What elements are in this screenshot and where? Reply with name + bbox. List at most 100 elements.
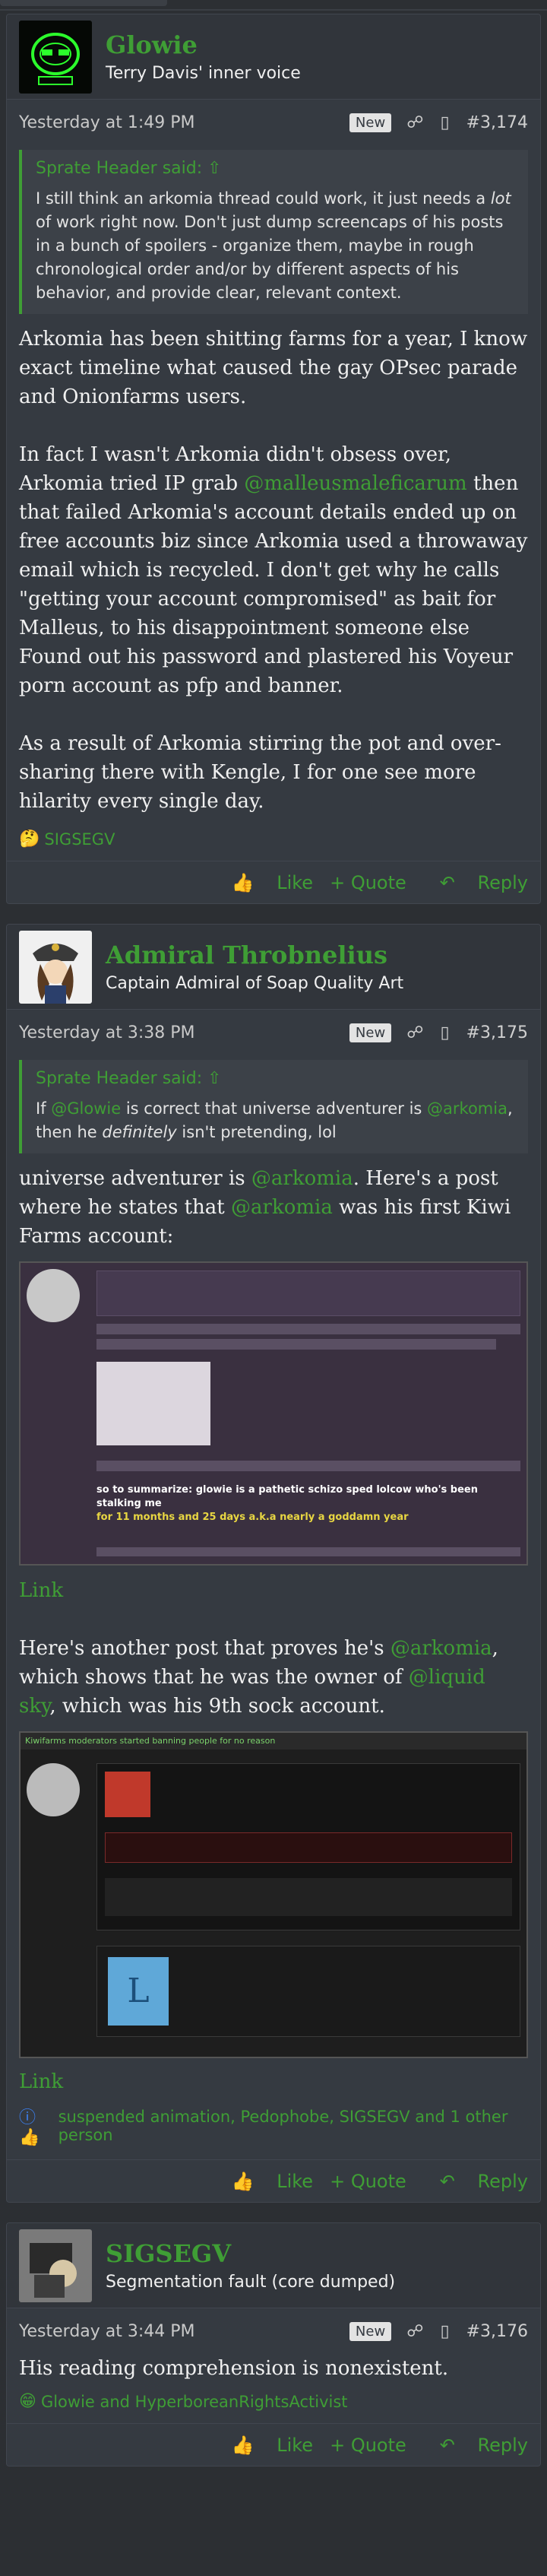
reactions-bar[interactable]: 🤔 SIGSEGV bbox=[7, 830, 540, 849]
user-title: Captain Admiral of Soap Quality Art bbox=[106, 974, 404, 993]
username[interactable]: Glowie bbox=[106, 30, 301, 59]
post-separator bbox=[0, 2203, 547, 2222]
post-time[interactable]: Yesterday at 3:38 PM bbox=[19, 1023, 195, 1042]
post-body-cont: Link Here's another post that proves he'… bbox=[7, 1569, 540, 1721]
paragraph: Here's another post that proves he's @ar… bbox=[19, 1634, 528, 1721]
bookmark-icon[interactable]: ▯ bbox=[440, 113, 449, 132]
embedded-quote bbox=[96, 1271, 520, 1316]
post-body: Arkomia has been shitting farms for a ye… bbox=[7, 314, 540, 816]
previous-post-edge bbox=[0, 0, 547, 11]
quote-button[interactable]: + Quote bbox=[330, 2171, 406, 2192]
post-actions: 👍 Like + Quote ↶ Reply bbox=[7, 861, 540, 903]
embedded-summary-line: for 11 months and 25 days a.k.a nearly a… bbox=[96, 1512, 409, 1523]
thinking-face-icon: 🤔 bbox=[19, 830, 40, 849]
embedded-image bbox=[96, 1362, 210, 1445]
jump-up-icon[interactable]: ⇧ bbox=[207, 1069, 221, 1088]
post-number[interactable]: #3,175 bbox=[466, 1023, 528, 1042]
text: If bbox=[36, 1099, 52, 1118]
screenshot-image[interactable]: so to summarize: glowie is a pathetic sc… bbox=[19, 1261, 528, 1566]
user-title: Terry Davis' inner voice bbox=[106, 64, 301, 83]
sigsegv-avatar-icon bbox=[19, 2229, 92, 2302]
reply-label: Reply bbox=[477, 871, 528, 893]
quote-header[interactable]: Sprate Header said: ⇧ bbox=[36, 159, 514, 178]
post-3175: Admiral Throbnelius Captain Admiral of S… bbox=[6, 924, 541, 2203]
post-separator bbox=[0, 904, 547, 924]
reply-button[interactable]: ↶ Reply bbox=[423, 2171, 528, 2192]
paragraph: As a result of Arkomia stirring the pot … bbox=[19, 732, 501, 813]
post-3174: Glowie Terry Davis' inner voice Yesterda… bbox=[6, 14, 541, 904]
reply-label: Reply bbox=[477, 2434, 528, 2456]
embedded-summary-line: so to summarize: glowie is a pathetic sc… bbox=[96, 1484, 479, 1509]
new-badge: New bbox=[349, 2321, 392, 2341]
post-body: universe adventurer is @arkomia. Here's … bbox=[7, 1153, 540, 1251]
embedded-text bbox=[96, 1461, 520, 1471]
embedded-text bbox=[96, 1324, 520, 1334]
paragraph: His reading comprehension is nonexistent… bbox=[19, 2357, 449, 2380]
quote-button[interactable]: + Quote bbox=[330, 872, 406, 893]
post-meta: Yesterday at 3:38 PM New ☍ ▯ #3,175 bbox=[7, 1010, 540, 1055]
screenshot-image[interactable]: Kiwifarms moderators started banning peo… bbox=[19, 1731, 528, 2058]
like-label: Like bbox=[277, 2170, 314, 2192]
post-time[interactable]: Yesterday at 1:49 PM bbox=[19, 113, 195, 132]
reaction-users[interactable]: Glowie and HyperboreanRightsActivist bbox=[41, 2393, 348, 2411]
reactions-bar[interactable]: 😁 Glowie and HyperboreanRightsActivist bbox=[7, 2392, 540, 2411]
user-mention[interactable]: @malleusmaleficarum bbox=[244, 472, 466, 495]
quote-block: Sprate Header said: ⇧ I still think an a… bbox=[19, 150, 528, 314]
quote-header[interactable]: Sprate Header said: ⇧ bbox=[36, 1069, 514, 1088]
like-button[interactable]: 👍 Like bbox=[215, 2171, 313, 2192]
reaction-users[interactable]: SIGSEGV bbox=[44, 830, 115, 849]
reply-button[interactable]: ↶ Reply bbox=[423, 872, 528, 893]
reply-arrow-icon: ↶ bbox=[439, 871, 455, 893]
reply-arrow-icon: ↶ bbox=[439, 2434, 455, 2456]
quote-text: I still think an arkomia thread could wo… bbox=[36, 187, 514, 305]
text: , which was his 9th sock account. bbox=[49, 1695, 385, 1718]
avatar[interactable] bbox=[19, 2229, 92, 2302]
paragraph: universe adventurer is @arkomia. Here's … bbox=[19, 1164, 528, 1251]
like-button[interactable]: 👍 Like bbox=[215, 872, 313, 893]
post-number[interactable]: #3,176 bbox=[466, 2322, 528, 2341]
text: then that failed Arkomia's account detai… bbox=[19, 472, 528, 697]
user-mention[interactable]: @arkomia bbox=[231, 1196, 333, 1219]
share-icon[interactable]: ☍ bbox=[406, 1023, 423, 1042]
thumbs-up-icon: 👍 bbox=[231, 2170, 255, 2192]
bookmark-icon[interactable]: ▯ bbox=[440, 1023, 449, 1042]
avatar[interactable] bbox=[19, 20, 92, 94]
reactions-bar[interactable]: ⓘ👍 suspended animation, Pedophobe, SIGSE… bbox=[7, 2104, 540, 2148]
user-mention[interactable]: @arkomia bbox=[390, 1637, 492, 1660]
share-icon[interactable]: ☍ bbox=[406, 2322, 423, 2341]
post-body-cont: Link bbox=[7, 2061, 540, 2096]
like-label: Like bbox=[277, 2434, 314, 2456]
bookmark-icon[interactable]: ▯ bbox=[440, 2322, 449, 2341]
jump-up-icon[interactable]: ⇧ bbox=[207, 159, 221, 178]
quote-button[interactable]: + Quote bbox=[330, 2435, 406, 2456]
like-button[interactable]: 👍 Like bbox=[215, 2435, 313, 2456]
quote-author[interactable]: Sprate Header said: bbox=[36, 1069, 202, 1088]
username[interactable]: Admiral Throbnelius bbox=[106, 941, 403, 969]
quote-author[interactable]: Sprate Header said: bbox=[36, 159, 202, 178]
user-mention[interactable]: @arkomia bbox=[427, 1099, 507, 1118]
embedded-text bbox=[96, 1339, 496, 1350]
embedded-thread-title: Kiwifarms moderators started banning peo… bbox=[21, 1733, 526, 1750]
reaction-emoji-icon: 😁 bbox=[19, 2392, 36, 2411]
reaction-users[interactable]: suspended animation, Pedophobe, SIGSEGV … bbox=[58, 2108, 528, 2144]
embedded-forum bbox=[96, 1763, 520, 1930]
post-time[interactable]: Yesterday at 3:44 PM bbox=[19, 2322, 195, 2341]
post-actions: 👍 Like + Quote ↶ Reply bbox=[7, 2423, 540, 2466]
glowie-avatar-icon bbox=[19, 20, 92, 94]
previous-post-footer bbox=[0, 0, 167, 6]
reply-button[interactable]: ↶ Reply bbox=[423, 2435, 528, 2456]
paragraph: Arkomia has been shitting farms for a ye… bbox=[19, 328, 528, 408]
source-link[interactable]: Link bbox=[19, 1576, 528, 1605]
user-mention[interactable]: @Glowie bbox=[51, 1099, 121, 1118]
reply-label: Reply bbox=[477, 2170, 528, 2192]
share-icon[interactable]: ☍ bbox=[406, 113, 423, 132]
text: universe adventurer is bbox=[19, 1167, 251, 1190]
source-link[interactable]: Link bbox=[19, 2067, 528, 2096]
embedded-letter-avatar: L bbox=[108, 1957, 169, 2026]
user-mention[interactable]: @arkomia bbox=[251, 1167, 353, 1190]
avatar[interactable] bbox=[19, 930, 92, 1004]
embedded-footer bbox=[96, 1547, 520, 1556]
post-number[interactable]: #3,174 bbox=[466, 113, 528, 132]
quote-text-part: I still think an arkomia thread could wo… bbox=[36, 189, 491, 208]
username[interactable]: SIGSEGV bbox=[106, 2239, 395, 2268]
